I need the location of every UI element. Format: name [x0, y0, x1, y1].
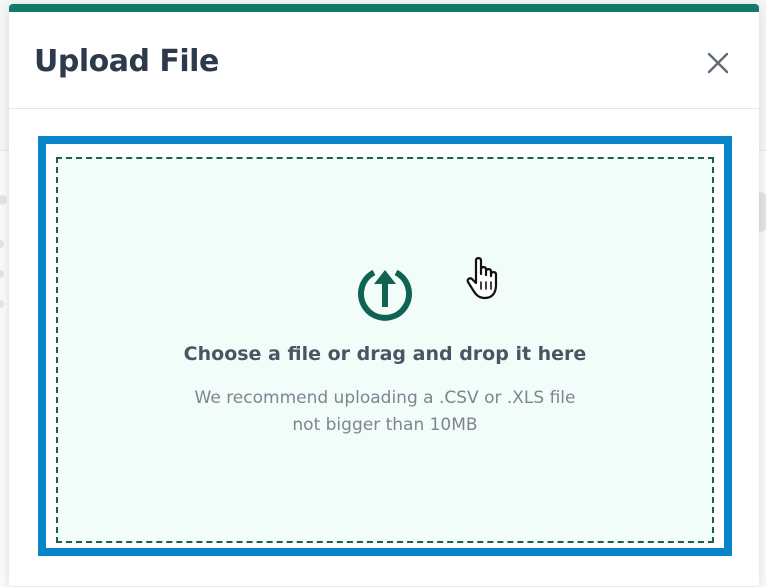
dropzone[interactable]: Choose a file or drag and drop it here W…: [56, 157, 714, 543]
modal-header: Upload File: [9, 12, 759, 109]
upload-hint-line: We recommend uploading a .CSV or .XLS fi…: [194, 388, 576, 408]
upload-heading: Choose a file or drag and drop it here: [183, 343, 587, 365]
file-upload-area[interactable]: Choose a file or drag and drop it here W…: [38, 136, 732, 556]
upload-file-modal: Upload File Choose a file or drag and dr…: [9, 4, 759, 586]
close-button[interactable]: [703, 48, 733, 78]
close-icon: [707, 52, 729, 74]
modal-title: Upload File: [34, 44, 219, 79]
upload-circle-arrow-icon: [358, 269, 412, 321]
upload-hint-line: not bigger than 10MB: [292, 415, 478, 435]
upload-hint: We recommend uploading a .CSV or .XLS fi…: [58, 385, 712, 439]
